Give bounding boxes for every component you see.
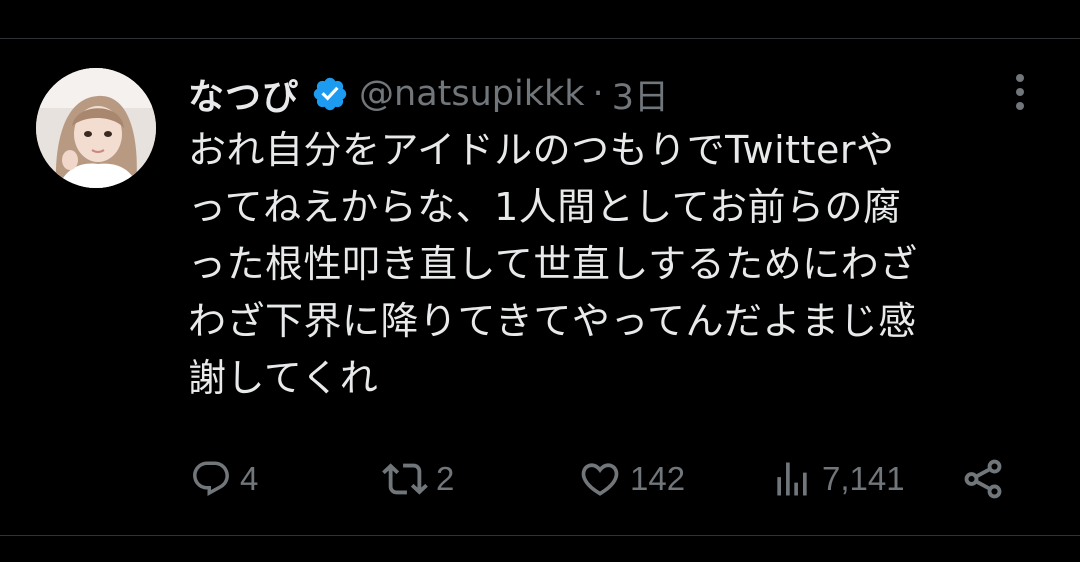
views-count: 7,141: [822, 460, 905, 497]
like-count: 142: [630, 460, 686, 497]
handle[interactable]: @natsupikkk: [359, 74, 585, 114]
tweet-text: おれ自分をアイドルのつもりでTwitterや ってねえからな、1人間としてお前ら…: [188, 128, 918, 400]
share-button[interactable]: [960, 452, 1006, 506]
display-name[interactable]: なつぴ: [188, 68, 299, 120]
like-button[interactable]: 142: [578, 452, 685, 506]
reply-button[interactable]: 4: [190, 452, 258, 506]
retweet-count: 2: [436, 460, 455, 497]
retweet-icon: [382, 463, 428, 495]
separator-dot: ·: [592, 74, 604, 114]
avatar-image: [36, 68, 156, 188]
views-chart-icon: [777, 462, 807, 496]
heart-icon: [581, 463, 619, 496]
share-icon: [964, 459, 1002, 499]
verified-badge-icon: [311, 75, 349, 113]
bottom-divider: [0, 535, 1080, 536]
timestamp[interactable]: 3日: [612, 69, 669, 120]
reply-icon: [193, 461, 229, 496]
more-vertical-icon[interactable]: [1006, 72, 1034, 112]
reply-count: 4: [240, 460, 259, 497]
retweet-button[interactable]: 2: [382, 452, 454, 506]
tweet-header: なつぴ @natsupikkk · 3日: [188, 66, 669, 122]
avatar[interactable]: [36, 68, 156, 188]
top-divider: [0, 38, 1080, 39]
views-button[interactable]: 7,141: [770, 452, 905, 506]
action-bar: 4 2 142 7,141: [0, 452, 1080, 506]
